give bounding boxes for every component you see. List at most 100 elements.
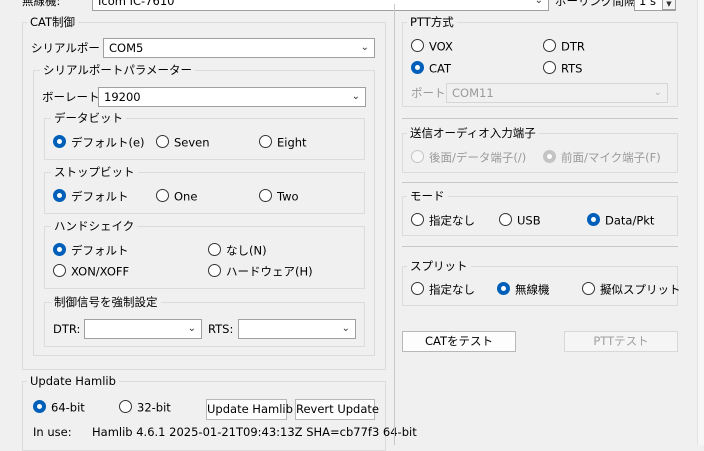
dtr-label: DTR:	[53, 322, 81, 336]
hamlib-32bit-radio[interactable]: 32-bit	[119, 400, 171, 416]
ptt-port-value: COM11	[452, 86, 494, 100]
handshake-default-label: デフォルト	[71, 243, 129, 258]
baud-select[interactable]: 19200 ⌄	[98, 87, 366, 107]
radio-unchecked-icon	[259, 135, 272, 148]
force-lines-title: 制御信号を強制設定	[51, 295, 161, 309]
stop-bits-title: ストップビット	[51, 165, 138, 179]
revert-update-button[interactable]: Revert Update	[295, 399, 379, 420]
update-hamlib-button[interactable]: Update Hamlib	[206, 399, 293, 420]
hamlib-32bit-label: 32-bit	[137, 400, 171, 415]
radio-unchecked-icon	[499, 213, 512, 226]
stop-bits-two-radio[interactable]: Two	[259, 189, 299, 205]
serial-port-select[interactable]: COM5 ⌄	[103, 38, 375, 58]
data-bits-default-label: デフォルト(e)	[71, 135, 145, 150]
radio-checked-icon	[543, 150, 556, 163]
radio-unchecked-icon	[156, 189, 169, 202]
ptt-vox-radio[interactable]: VOX	[411, 39, 453, 55]
spin-down-icon[interactable]: ▼	[662, 0, 676, 10]
radio-unchecked-icon	[119, 400, 132, 413]
radio-unchecked-icon	[208, 264, 221, 277]
ptt-rts-radio[interactable]: RTS	[543, 61, 582, 77]
split-fake-radio[interactable]: 擬似スプリット	[582, 282, 681, 298]
radio-unchecked-icon	[53, 264, 66, 277]
data-bits-seven-radio[interactable]: Seven	[156, 135, 210, 151]
test-ptt-button[interactable]: PTTテスト	[564, 331, 678, 352]
audio-front-radio[interactable]: 前面/マイク端子(F)	[543, 150, 661, 166]
ptt-port-label: ポート:	[411, 86, 450, 100]
test-cat-button[interactable]: CATをテスト	[402, 331, 516, 352]
stop-bits-one-radio[interactable]: One	[156, 189, 197, 205]
right-panel-edge	[697, 0, 704, 445]
radio-unchecked-icon	[259, 189, 272, 202]
dtr-select[interactable]: ⌄	[84, 319, 202, 339]
handshake-none-radio[interactable]: なし(N)	[208, 243, 267, 259]
radio-unchecked-icon	[411, 213, 424, 226]
split-rig-radio[interactable]: 無線機	[497, 282, 550, 298]
tx-audio-title: 送信オーディオ入力端子	[407, 126, 539, 140]
in-use-label: In use:	[33, 425, 72, 439]
serial-params-title: シリアルポートパラメーター	[40, 63, 196, 77]
rig-select[interactable]: Icom IC-7610 ⌄	[92, 0, 549, 11]
handshake-xonxoff-radio[interactable]: XON/XOFF	[53, 264, 129, 280]
baud-value: 19200	[104, 90, 141, 104]
radio-unchecked-icon	[208, 243, 221, 256]
data-bits-default-radio[interactable]: デフォルト(e)	[53, 135, 145, 151]
radio-unchecked-icon	[156, 135, 169, 148]
handshake-xonxoff-label: XON/XOFF	[71, 264, 130, 279]
handshake-hardware-label: ハードウェア(H)	[226, 264, 313, 279]
handshake-title: ハンドシェイク	[51, 219, 138, 233]
mode-none-radio[interactable]: 指定なし	[411, 213, 475, 229]
data-bits-title: データビット	[51, 111, 126, 125]
data-bits-eight-radio[interactable]: Eight	[259, 135, 307, 151]
handshake-hardware-radio[interactable]: ハードウェア(H)	[208, 264, 313, 280]
polling-label: ポーリング間隔:	[555, 0, 640, 8]
audio-rear-label: 後面/データ端子(/)	[429, 150, 527, 165]
radio-checked-icon	[33, 400, 46, 413]
ptt-port-select[interactable]: COM11 ⌄	[446, 83, 668, 103]
rig-select-value: Icom IC-7610	[98, 0, 175, 8]
chevron-down-icon: ⌄	[187, 323, 196, 334]
rig-label: 無線機:	[22, 0, 61, 8]
chevron-down-icon: ⌄	[534, 0, 543, 6]
radio-unchecked-icon	[543, 61, 556, 74]
audio-front-label: 前面/マイク端子(F)	[561, 150, 661, 165]
separator	[402, 118, 678, 119]
radio-unchecked-icon	[582, 282, 595, 295]
radio-checked-icon	[53, 243, 66, 256]
split-rig-label: 無線機	[515, 282, 550, 297]
audio-rear-radio[interactable]: 後面/データ端子(/)	[411, 150, 526, 166]
hamlib-64bit-label: 64-bit	[51, 400, 85, 415]
stop-bits-two-label: Two	[277, 189, 299, 204]
ptt-cat-label: CAT	[429, 61, 452, 76]
radio-unchecked-icon	[543, 39, 556, 52]
polling-value: 1 s	[639, 0, 656, 8]
ptt-vox-label: VOX	[429, 39, 453, 54]
stop-bits-one-label: One	[174, 189, 198, 204]
radio-checked-icon	[53, 189, 66, 202]
mode-datapkt-label: Data/Pkt	[605, 213, 655, 228]
hamlib-64bit-radio[interactable]: 64-bit	[33, 400, 85, 416]
rts-label: RTS:	[208, 322, 234, 336]
radio-checked-icon	[587, 213, 600, 226]
mode-usb-radio[interactable]: USB	[499, 213, 541, 229]
column-divider	[394, 4, 395, 445]
split-fake-label: 擬似スプリット	[600, 282, 681, 297]
chevron-down-icon: ⌄	[360, 42, 369, 53]
handshake-default-radio[interactable]: デフォルト	[53, 243, 129, 259]
split-none-radio[interactable]: 指定なし	[411, 282, 475, 298]
mode-datapkt-radio[interactable]: Data/Pkt	[587, 213, 654, 229]
ptt-dtr-label: DTR	[561, 39, 585, 54]
rts-select[interactable]: ⌄	[238, 319, 356, 339]
stop-bits-default-radio[interactable]: デフォルト	[53, 189, 129, 205]
ptt-cat-radio[interactable]: CAT	[411, 61, 451, 77]
chevron-down-icon: ⌄	[351, 91, 360, 102]
radio-unchecked-icon	[411, 282, 424, 295]
radio-checked-icon	[53, 135, 66, 148]
chevron-down-icon: ⌄	[653, 87, 662, 98]
mode-none-label: 指定なし	[429, 213, 475, 228]
ptt-dtr-radio[interactable]: DTR	[543, 39, 585, 55]
data-bits-eight-label: Eight	[277, 135, 307, 150]
radio-checked-icon	[411, 61, 424, 74]
split-title: スプリット	[407, 259, 471, 273]
serial-port-value: COM5	[109, 41, 144, 55]
